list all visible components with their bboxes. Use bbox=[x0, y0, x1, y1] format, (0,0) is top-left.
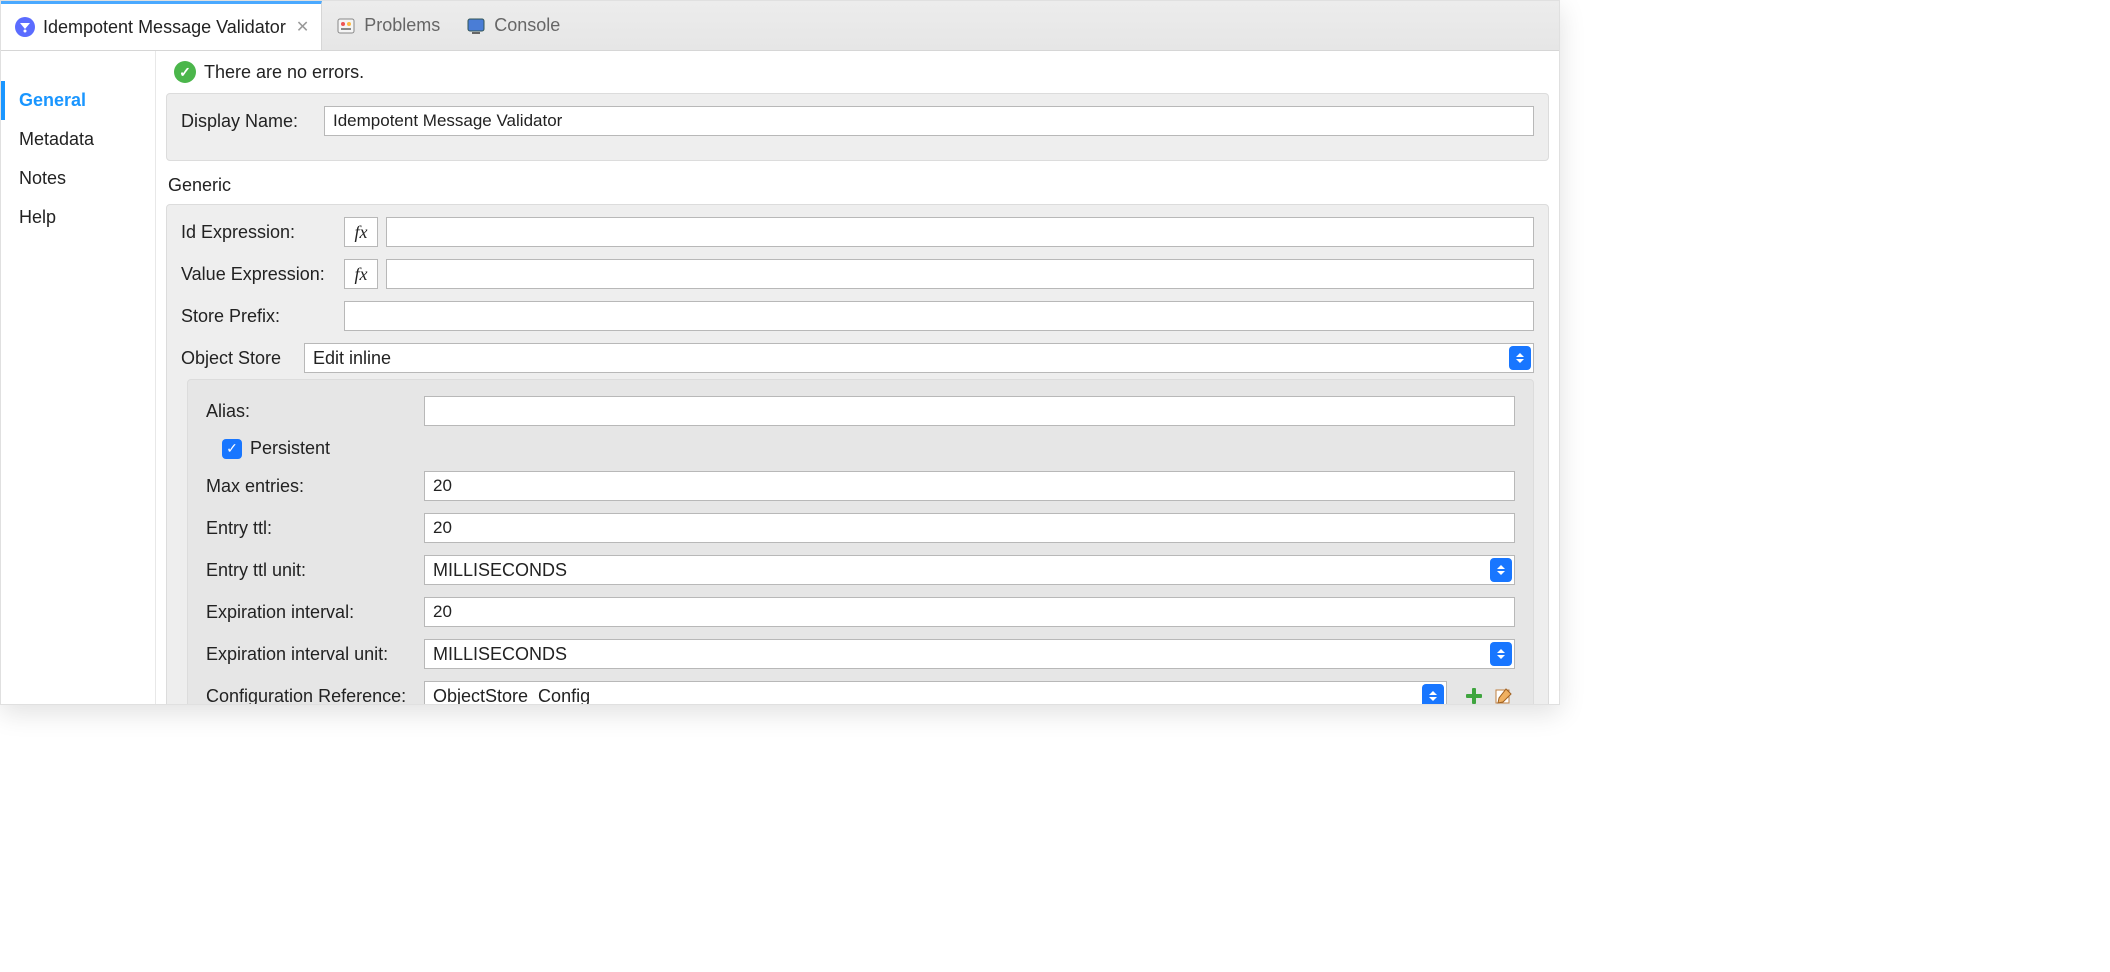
console-icon bbox=[464, 14, 488, 38]
add-icon[interactable] bbox=[1463, 685, 1485, 704]
fx-button-value[interactable]: fx bbox=[344, 259, 378, 289]
object-store-nested: Alias: ✓ Persistent Max entries: Entry t… bbox=[187, 379, 1534, 704]
sidebar-item-notes[interactable]: Notes bbox=[1, 159, 155, 198]
entry-ttl-input[interactable] bbox=[424, 513, 1515, 543]
value-expression-label: Value Expression: bbox=[181, 264, 336, 285]
generic-group-title: Generic bbox=[166, 171, 1549, 204]
close-icon[interactable]: ✕ bbox=[296, 17, 309, 37]
expiration-interval-input[interactable] bbox=[424, 597, 1515, 627]
value-expression-input[interactable] bbox=[386, 259, 1534, 289]
sidebar-item-help[interactable]: Help bbox=[1, 198, 155, 237]
object-store-value: Edit inline bbox=[313, 348, 1507, 369]
entry-ttl-unit-select[interactable]: MILLISECONDS bbox=[424, 555, 1515, 585]
store-prefix-input[interactable] bbox=[344, 301, 1534, 331]
chevron-updown-icon bbox=[1490, 642, 1512, 666]
store-prefix-label: Store Prefix: bbox=[181, 306, 336, 327]
object-store-label: Object Store bbox=[181, 348, 296, 369]
tab-problems-label: Problems bbox=[364, 15, 440, 36]
status-text: There are no errors. bbox=[204, 62, 364, 83]
ok-icon: ✓ bbox=[174, 61, 196, 83]
problems-icon bbox=[334, 14, 358, 38]
alias-label: Alias: bbox=[206, 401, 416, 422]
tab-console-label: Console bbox=[494, 15, 560, 36]
max-entries-input[interactable] bbox=[424, 471, 1515, 501]
entry-ttl-label: Entry ttl: bbox=[206, 518, 416, 539]
window: Idempotent Message Validator ✕ Problems bbox=[0, 0, 1560, 705]
persistent-label: Persistent bbox=[250, 438, 330, 459]
expiration-interval-unit-select[interactable]: MILLISECONDS bbox=[424, 639, 1515, 669]
expiration-interval-unit-label: Expiration interval unit: bbox=[206, 644, 416, 665]
chevron-updown-icon bbox=[1490, 558, 1512, 582]
config-ref-select[interactable]: ObjectStore_Config bbox=[424, 681, 1447, 704]
status-row: ✓ There are no errors. bbox=[166, 51, 1549, 93]
edit-icon[interactable] bbox=[1493, 685, 1515, 704]
expiration-interval-unit-value: MILLISECONDS bbox=[433, 644, 1488, 665]
tabbar: Idempotent Message Validator ✕ Problems bbox=[1, 1, 1559, 51]
chevron-updown-icon bbox=[1422, 684, 1444, 704]
tab-validator-label: Idempotent Message Validator bbox=[43, 17, 286, 38]
display-name-input[interactable] bbox=[324, 106, 1534, 136]
tab-problems[interactable]: Problems bbox=[322, 1, 452, 50]
config-ref-label: Configuration Reference: bbox=[206, 686, 416, 705]
validator-icon bbox=[13, 15, 37, 39]
section-display-name: Display Name: bbox=[166, 93, 1549, 161]
sidebar: General Metadata Notes Help bbox=[1, 51, 156, 704]
persistent-checkbox[interactable]: ✓ bbox=[222, 439, 242, 459]
entry-ttl-unit-label: Entry ttl unit: bbox=[206, 560, 416, 581]
section-generic: Id Expression: fx Value Expression: fx S… bbox=[166, 204, 1549, 704]
id-expression-input[interactable] bbox=[386, 217, 1534, 247]
main: ✓ There are no errors. Display Name: Gen… bbox=[156, 51, 1559, 704]
display-name-label: Display Name: bbox=[181, 111, 316, 132]
tab-console[interactable]: Console bbox=[452, 1, 572, 50]
max-entries-label: Max entries: bbox=[206, 476, 416, 497]
alias-input[interactable] bbox=[424, 396, 1515, 426]
chevron-updown-icon bbox=[1509, 346, 1531, 370]
id-expression-label: Id Expression: bbox=[181, 222, 336, 243]
tab-validator[interactable]: Idempotent Message Validator ✕ bbox=[1, 1, 322, 50]
entry-ttl-unit-value: MILLISECONDS bbox=[433, 560, 1488, 581]
object-store-select[interactable]: Edit inline bbox=[304, 343, 1534, 373]
sidebar-item-general[interactable]: General bbox=[1, 81, 155, 120]
config-ref-value: ObjectStore_Config bbox=[433, 686, 1420, 705]
sidebar-item-metadata[interactable]: Metadata bbox=[1, 120, 155, 159]
fx-button-id[interactable]: fx bbox=[344, 217, 378, 247]
expiration-interval-label: Expiration interval: bbox=[206, 602, 416, 623]
